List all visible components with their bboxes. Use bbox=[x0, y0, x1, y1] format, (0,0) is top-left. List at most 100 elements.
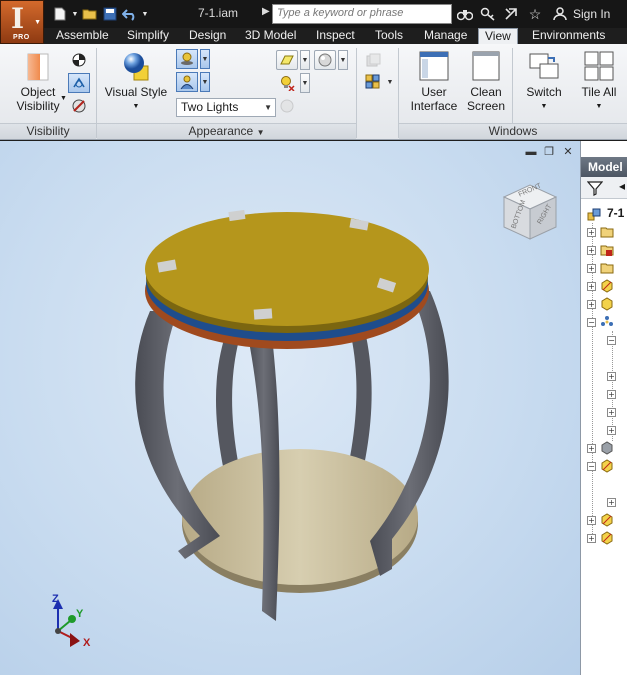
panel-divider bbox=[356, 48, 357, 138]
part-icon bbox=[600, 459, 614, 473]
expand-icon[interactable]: + bbox=[587, 444, 596, 453]
view-representation-dropdown-icon[interactable]: ▼ bbox=[385, 72, 395, 92]
tab-simplify[interactable]: Simplify bbox=[121, 28, 175, 44]
expand-icon[interactable]: + bbox=[587, 300, 596, 309]
new-file-icon[interactable] bbox=[50, 5, 70, 23]
expand-icon[interactable]: + bbox=[607, 372, 616, 381]
center-of-gravity-button[interactable] bbox=[68, 50, 90, 70]
tree-item[interactable]: + bbox=[581, 493, 627, 511]
expand-icon[interactable]: + bbox=[587, 516, 596, 525]
texture-dropdown-icon[interactable]: ▼ bbox=[338, 50, 348, 70]
ray-trace-button[interactable] bbox=[276, 96, 298, 116]
binoculars-icon[interactable] bbox=[455, 5, 475, 23]
tree-item[interactable]: + bbox=[581, 241, 627, 259]
expand-icon[interactable]: + bbox=[587, 264, 596, 273]
expand-icon[interactable]: + bbox=[587, 228, 596, 237]
tree-item[interactable]: + bbox=[581, 439, 627, 457]
browser-menu-icon[interactable]: ◂ bbox=[619, 179, 625, 193]
degrees-of-freedom-button[interactable] bbox=[68, 73, 90, 93]
tree-item[interactable]: + bbox=[581, 385, 627, 403]
sign-in-user-icon[interactable] bbox=[550, 5, 570, 23]
tab-environments[interactable]: Environments bbox=[526, 28, 611, 44]
object-visibility-button[interactable]: Object Visibility bbox=[12, 50, 64, 113]
stool-leg-front-left bbox=[135, 311, 220, 559]
tree-item[interactable]: + bbox=[581, 403, 627, 421]
tab-view[interactable]: View bbox=[478, 28, 518, 45]
tree-item[interactable]: + bbox=[581, 277, 627, 295]
app-logo-letter: I bbox=[11, 2, 25, 35]
tab-tools[interactable]: Tools bbox=[369, 28, 409, 44]
view-representation-button[interactable] bbox=[362, 72, 384, 92]
windows-panel-label[interactable]: Windows bbox=[399, 123, 627, 139]
ribbon-tab-bar: Assemble Simplify Design 3D Model Inspec… bbox=[0, 28, 627, 45]
switch-window-button[interactable]: Switch ▼ bbox=[518, 50, 570, 114]
tile-all-button[interactable]: Tile All ▼ bbox=[574, 50, 624, 114]
communication-center-icon[interactable] bbox=[502, 5, 522, 23]
new-dropdown-icon[interactable]: ▼ bbox=[70, 5, 80, 23]
tree-item[interactable]: − bbox=[581, 331, 627, 349]
lighting-style-select[interactable]: Two Lights ▼ bbox=[176, 98, 276, 117]
appearance-panel-title: Appearance bbox=[188, 124, 254, 138]
tree-root-item[interactable]: 7-1 bbox=[581, 205, 627, 223]
expand-icon[interactable]: + bbox=[607, 498, 616, 507]
clean-screen-label-line2: Screen bbox=[466, 99, 506, 113]
browser-title[interactable]: Model bbox=[581, 157, 627, 177]
tree-item[interactable]: − bbox=[581, 313, 627, 331]
application-menu-button[interactable]: I PRO ▼ bbox=[0, 0, 44, 44]
ground-plane-button[interactable] bbox=[276, 50, 298, 70]
key-icon[interactable] bbox=[478, 5, 498, 23]
collapse-icon[interactable]: − bbox=[587, 318, 596, 327]
ray-trace-icon bbox=[280, 99, 294, 113]
filter-icon[interactable] bbox=[586, 180, 604, 199]
save-icon[interactable] bbox=[100, 5, 120, 23]
expand-icon[interactable]: + bbox=[607, 408, 616, 417]
undo-dropdown-icon[interactable]: ▼ bbox=[140, 5, 150, 23]
tab-design[interactable]: Design bbox=[183, 28, 232, 44]
user-interface-button[interactable]: User Interface bbox=[406, 50, 462, 113]
tree-item[interactable]: + bbox=[581, 511, 627, 529]
texture-button[interactable] bbox=[314, 50, 336, 70]
expand-icon[interactable]: + bbox=[607, 390, 616, 399]
collapse-icon[interactable]: − bbox=[587, 462, 596, 471]
tree-item[interactable]: + bbox=[581, 421, 627, 439]
viewcube[interactable]: FRONT RIGHT BOTTOM bbox=[498, 181, 562, 248]
visual-style-button[interactable]: Visual Style ▼ bbox=[102, 50, 170, 114]
tree-item[interactable]: + bbox=[581, 223, 627, 241]
tab-inspect[interactable]: Inspect bbox=[310, 28, 361, 44]
search-input[interactable]: Type a keyword or phrase bbox=[272, 4, 452, 24]
appearance-panel-label[interactable]: Appearance ▼ bbox=[97, 123, 356, 139]
expand-icon[interactable]: + bbox=[607, 426, 616, 435]
reflections-button[interactable] bbox=[176, 72, 198, 92]
shadows-dropdown-icon[interactable]: ▼ bbox=[200, 49, 210, 69]
object-visibility-dropdown-icon[interactable]: ▼ bbox=[60, 95, 67, 102]
orbit-button[interactable] bbox=[362, 50, 384, 70]
tree-item[interactable]: + bbox=[581, 367, 627, 385]
graphics-viewport[interactable]: ▬ ❐ ✕ FRONT RIGHT BOTTOM Z Y X bbox=[0, 141, 580, 675]
favorites-star-icon[interactable]: ☆ bbox=[525, 5, 545, 23]
undo-icon[interactable] bbox=[120, 5, 140, 23]
visibility-panel-label[interactable]: Visibility bbox=[0, 123, 96, 139]
section-view-button[interactable] bbox=[68, 96, 90, 116]
reflections-dropdown-icon[interactable]: ▼ bbox=[200, 72, 210, 92]
part-icon bbox=[600, 279, 614, 293]
sign-in-link[interactable]: Sign In bbox=[573, 7, 610, 21]
tree-item[interactable]: − bbox=[581, 457, 627, 475]
collapse-icon[interactable]: − bbox=[607, 336, 616, 345]
tab-assemble[interactable]: Assemble bbox=[50, 28, 115, 44]
chevron-right-icon[interactable]: ▶ bbox=[262, 6, 270, 17]
ground-plane-dropdown-icon[interactable]: ▼ bbox=[300, 50, 310, 70]
expand-icon[interactable]: + bbox=[587, 246, 596, 255]
shadows-button[interactable] bbox=[176, 49, 198, 69]
tree-item[interactable]: + bbox=[581, 295, 627, 313]
clean-screen-button[interactable]: Clean Screen bbox=[464, 50, 508, 113]
tree-item[interactable]: + bbox=[581, 529, 627, 547]
tree-item[interactable]: + bbox=[581, 259, 627, 277]
expand-icon[interactable]: + bbox=[587, 534, 596, 543]
expand-icon[interactable]: + bbox=[587, 282, 596, 291]
origin-folder-icon bbox=[600, 261, 614, 275]
tab-3d-model[interactable]: 3D Model bbox=[239, 28, 302, 44]
lighting-style-dropdown-icon[interactable]: ▼ bbox=[300, 73, 310, 93]
lighting-style-button[interactable] bbox=[276, 73, 298, 93]
open-folder-icon[interactable] bbox=[80, 5, 100, 23]
tab-manage[interactable]: Manage bbox=[418, 28, 473, 44]
